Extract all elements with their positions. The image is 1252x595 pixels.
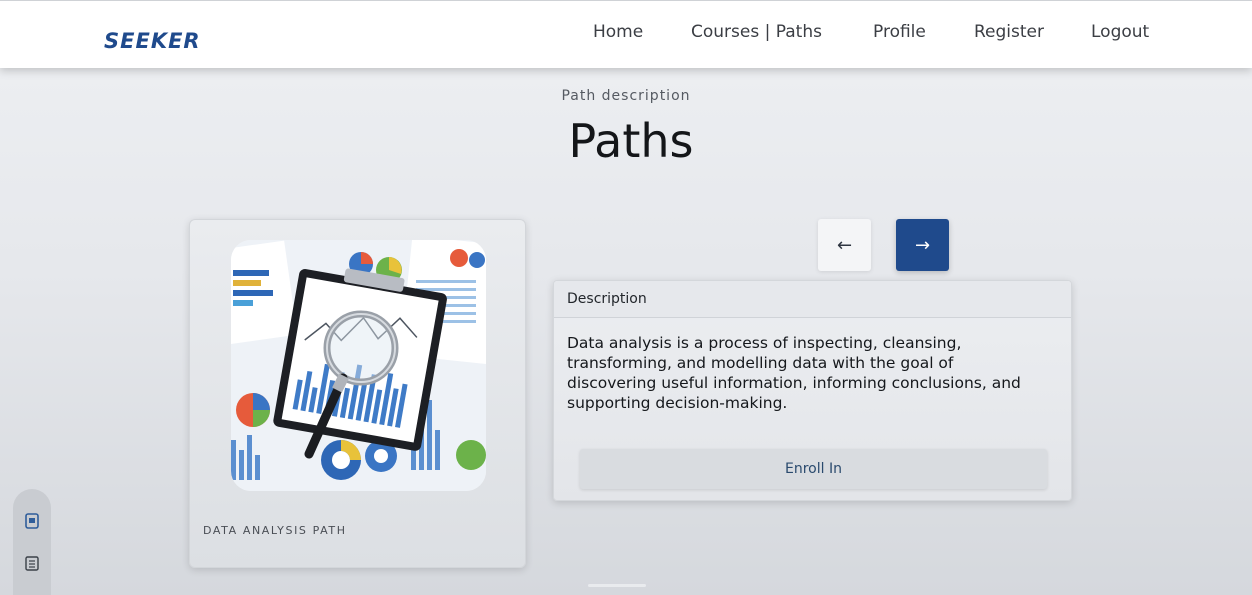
path-label: DATA ANALYSIS PATH: [203, 524, 347, 537]
page-eyebrow: Path description: [561, 88, 691, 104]
nav-link-courses-paths[interactable]: Courses | Paths: [691, 22, 822, 42]
nav-link-logout[interactable]: Logout: [1091, 22, 1149, 42]
arrow-left-icon: ←: [836, 234, 853, 256]
top-navbar: SEEKER Home Courses | Paths Profile Regi…: [0, 0, 1252, 68]
description-header: Description: [554, 281, 1071, 318]
arrow-right-icon: →: [914, 234, 931, 256]
nav-link-register[interactable]: Register: [974, 22, 1044, 42]
page-title: Paths: [568, 114, 694, 168]
next-path-button[interactable]: →: [896, 219, 949, 271]
enroll-button[interactable]: Enroll In: [580, 449, 1047, 489]
nav-link-profile[interactable]: Profile: [873, 22, 926, 42]
side-dock: [13, 489, 51, 595]
nav-links: Home Courses | Paths Profile Register Lo…: [0, 22, 1252, 46]
description-card: Description Data analysis is a process o…: [553, 280, 1072, 501]
description-text: Data analysis is a process of inspecting…: [567, 334, 1021, 412]
path-card[interactable]: DATA ANALYSIS PATH: [189, 219, 526, 568]
description-heading: Description: [567, 291, 647, 307]
previous-path-button[interactable]: ←: [818, 219, 871, 271]
scroll-indicator: [588, 584, 646, 587]
data-analysis-image: [231, 240, 486, 491]
notes-icon[interactable]: [24, 555, 40, 571]
document-icon[interactable]: [24, 513, 40, 529]
nav-link-home[interactable]: Home: [593, 22, 643, 42]
